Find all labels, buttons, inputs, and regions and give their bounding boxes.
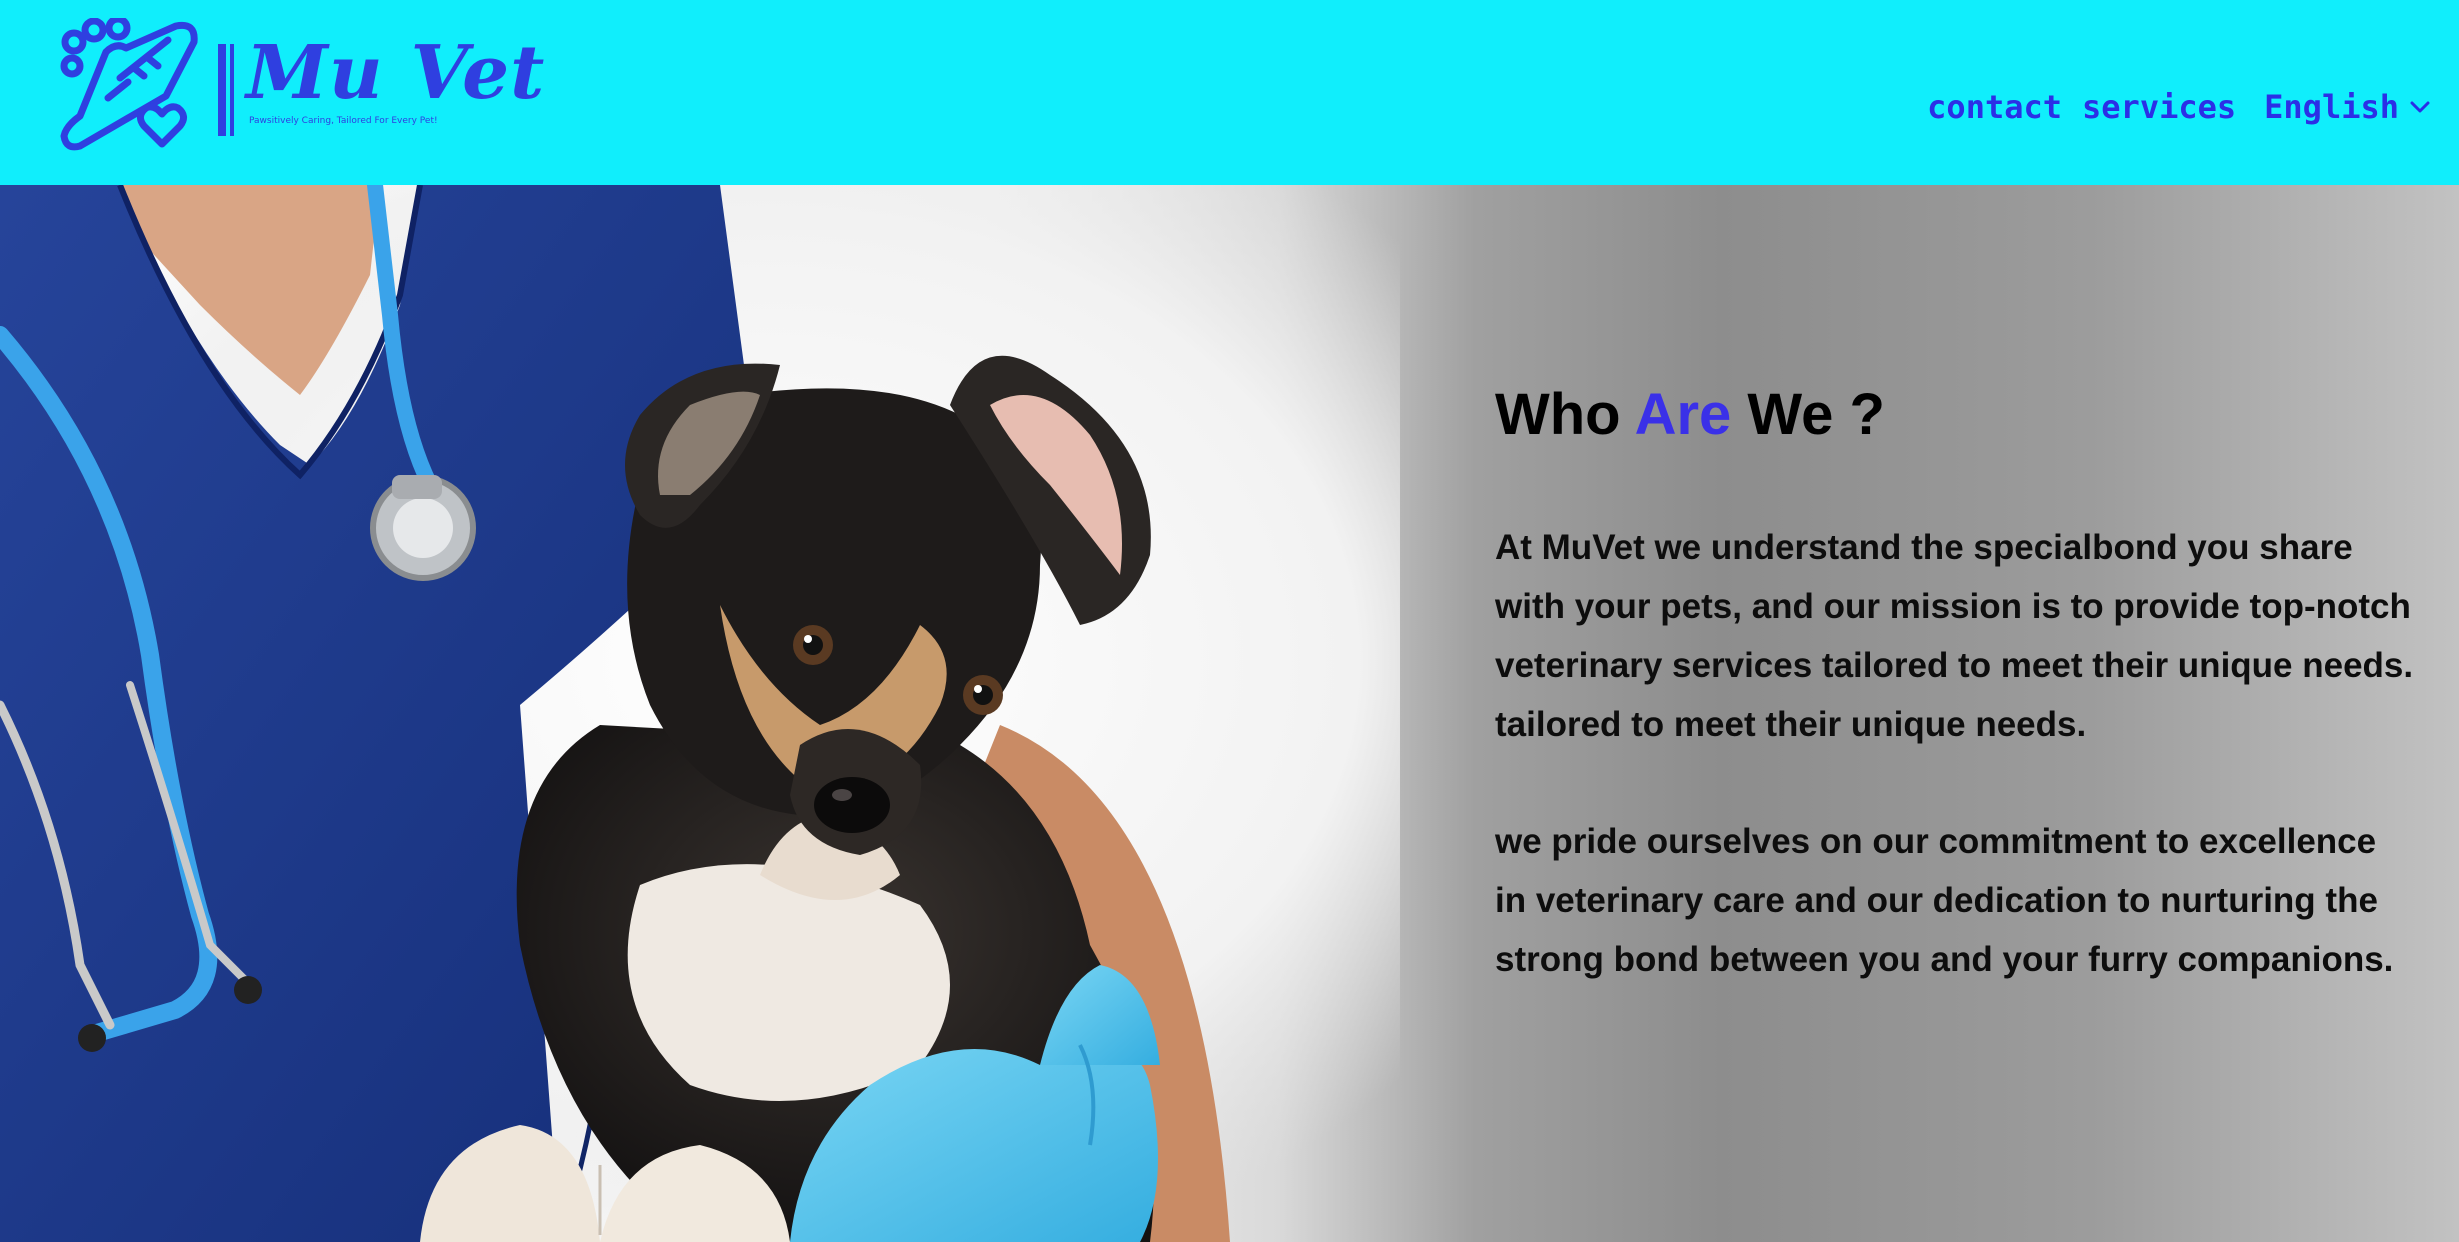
logo-divider-thin (230, 44, 234, 136)
brand-tagline: Pawsitively Caring, Tailored For Every P… (249, 116, 438, 126)
main-nav: contact services English (1927, 88, 2431, 126)
brand-name: Mu Vet (246, 30, 546, 116)
about-paragraph-mission: At MuVet we understand the specialbond y… (1495, 528, 2414, 744)
heading-are-accent: Are (1634, 382, 1732, 447)
nav-link-contact[interactable]: contact (1927, 88, 2062, 126)
chevron-down-icon (2410, 101, 2430, 113)
brand-logo[interactable]: Mu Vet Pawsitively Caring, Tailored For … (58, 18, 544, 158)
vet-holding-puppy-photo (0, 185, 1400, 1242)
about-section: Who Are We ? At MuVet we understand the … (1495, 381, 2415, 1047)
language-label: English (2264, 88, 2399, 126)
site-header: Mu Vet Pawsitively Caring, Tailored For … (0, 0, 2459, 185)
language-dropdown[interactable]: English (2264, 88, 2431, 126)
heading-we: We ? (1747, 382, 1885, 447)
about-heading: Who Are We ? (1495, 381, 2415, 448)
about-paragraph-commitment: we pride ourselves on our commitment to … (1495, 822, 2394, 979)
hero-section: Who Are We ? At MuVet we understand the … (0, 185, 2459, 1242)
logo-divider (218, 44, 226, 136)
paw-thermometer-heart-icon (60, 18, 198, 151)
nav-link-services[interactable]: services (2082, 88, 2236, 126)
heading-who: Who (1495, 382, 1621, 447)
